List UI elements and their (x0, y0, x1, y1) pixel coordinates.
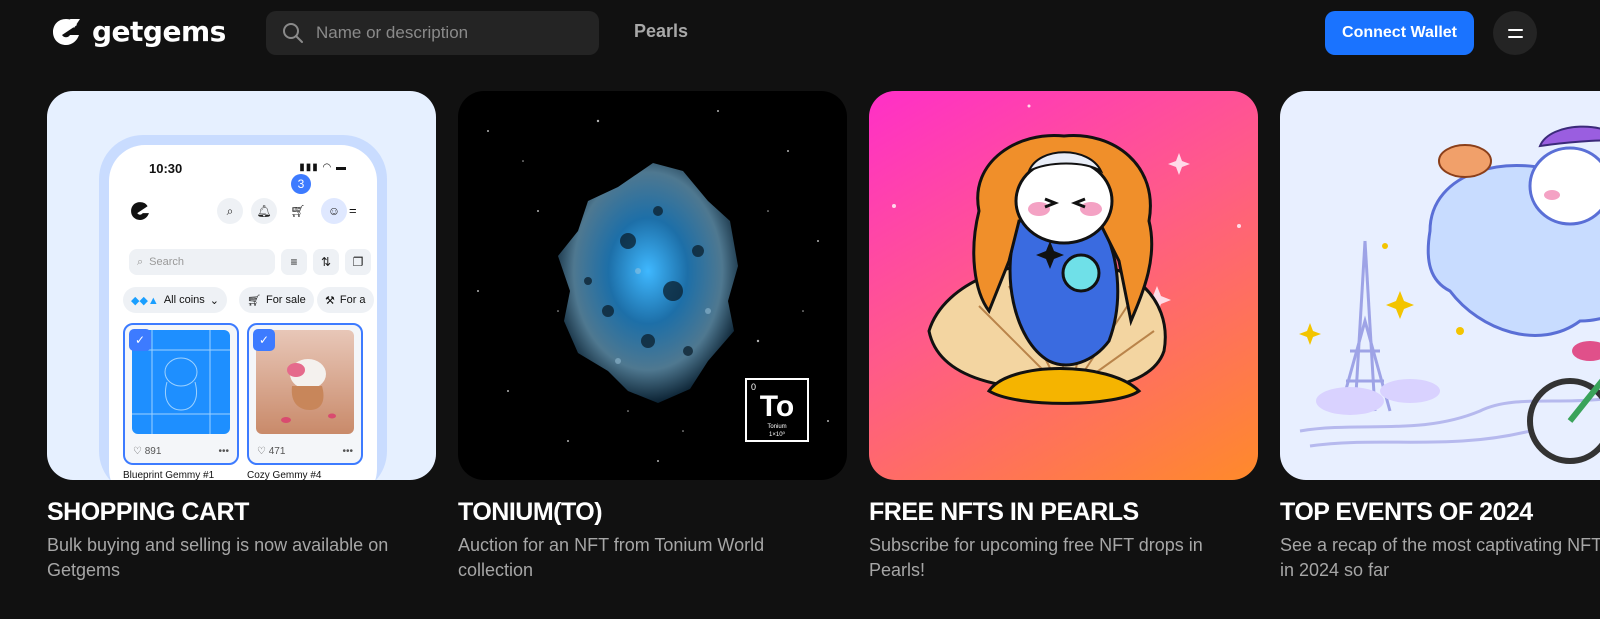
chip-for-auction: ⚒ For a (317, 287, 374, 313)
chevron-down-icon: ⌄ (209, 294, 219, 307)
layers-icon: ❐ (345, 249, 371, 275)
cart-icon: 🛒︎ (285, 198, 311, 224)
filter-icon: ≡ (281, 249, 307, 275)
element-name: Tonium (767, 424, 787, 430)
search-icon: ⌕ (217, 198, 243, 224)
banner-description: Auction for an NFT from Tonium World col… (458, 535, 765, 580)
element-badge: 0 To Tonium 1×10⁰ (745, 378, 809, 442)
banner-carousel: 10:30 ▮▮▮ ◠ ▬ ⌕ 🔔︎ 🛒︎ 3 ☺ = ⌕ Search ≡ ⇅… (0, 0, 1600, 619)
banner-card-top-events[interactable]: TOP EVENTS OF 2024 See a recap of the mo… (1280, 91, 1600, 583)
phone-search: ⌕ Search (129, 249, 275, 275)
element-mass: 1×10⁰ (769, 432, 785, 438)
banner-image (1280, 91, 1600, 480)
gem-logo-icon (131, 202, 149, 220)
phone-toolbar (129, 200, 151, 222)
banner-image (869, 91, 1258, 480)
banner-title: SHOPPING CART (47, 498, 249, 526)
banner-title: FREE NFTS IN PEARLS (869, 498, 1139, 526)
more-icon: ••• (342, 446, 353, 457)
nft-name: Cozy Gemmy #4 (247, 470, 322, 480)
menu-icon: = (349, 203, 357, 218)
chip-label: All coins (163, 294, 205, 306)
top-events-gemmy-image (1299, 125, 1600, 464)
element-symbol: To (759, 390, 795, 423)
chip-label: For a (339, 294, 366, 306)
phone-time: 10:30 (149, 161, 183, 176)
banner-image: 0 To Tonium 1×10⁰ (458, 91, 847, 480)
more-icon: ••• (218, 446, 229, 457)
banner-card-pearls[interactable]: FREE NFTS IN PEARLS Subscribe for upcomi… (869, 91, 1258, 583)
banner-description: Bulk buying and selling is now available… (47, 535, 389, 580)
banner-image: 10:30 ▮▮▮ ◠ ▬ ⌕ 🔔︎ 🛒︎ 3 ☺ = ⌕ Search ≡ ⇅… (47, 91, 436, 480)
bell-icon: 🔔︎ (251, 198, 277, 224)
likes-count: ♡ 471 (257, 446, 286, 457)
avatar: ☺ (321, 198, 347, 224)
sort-icon: ⇅ (313, 249, 339, 275)
chip-all-coins: ◆◆▲ All coins ⌄ (123, 287, 227, 313)
banner-title: TOP EVENTS OF 2024 (1280, 498, 1533, 526)
nft-tile: ✓ ♡ 471 ••• (247, 323, 363, 465)
phone-screen: 10:30 ▮▮▮ ◠ ▬ ⌕ 🔔︎ 🛒︎ 3 ☺ = ⌕ Search ≡ ⇅… (109, 145, 377, 480)
chip-for-sale: 🛒︎ For sale (239, 287, 314, 313)
likes-count: ♡ 891 (133, 446, 162, 457)
phone-search-placeholder: Search (149, 256, 185, 268)
coin-icons: ◆◆▲ (131, 294, 159, 307)
phone-mockup: 10:30 ▮▮▮ ◠ ▬ ⌕ 🔔︎ 🛒︎ 3 ☺ = ⌕ Search ≡ ⇅… (99, 135, 387, 480)
nft-name: Blueprint Gemmy #1 (123, 470, 215, 480)
banner-title: TONIUM(TO) (458, 498, 603, 526)
check-icon: ✓ (253, 329, 275, 351)
cart-count-badge: 3 (291, 174, 311, 194)
nft-tile: ✓ ♡ 891 ••• (123, 323, 239, 465)
gavel-icon: ⚒ (325, 294, 335, 307)
cart-icon: 🛒︎ (247, 294, 261, 307)
pearls-gemmy-image (892, 104, 1241, 405)
banner-description: See a recap of the most captivating NFT … (1280, 535, 1600, 580)
banner-card-tonium[interactable]: 0 To Tonium 1×10⁰ TONIUM(TO) Auction for… (458, 91, 847, 583)
banner-card-shopping-cart[interactable]: 10:30 ▮▮▮ ◠ ▬ ⌕ 🔔︎ 🛒︎ 3 ☺ = ⌕ Search ≡ ⇅… (47, 91, 436, 583)
banner-description: Subscribe for upcoming free NFT drops in… (869, 535, 1203, 580)
chip-label: For sale (265, 294, 306, 306)
check-icon: ✓ (129, 329, 151, 351)
phone-status-icons: ▮▮▮ ◠ ▬ (299, 162, 347, 173)
search-icon: ⌕ (137, 255, 144, 268)
